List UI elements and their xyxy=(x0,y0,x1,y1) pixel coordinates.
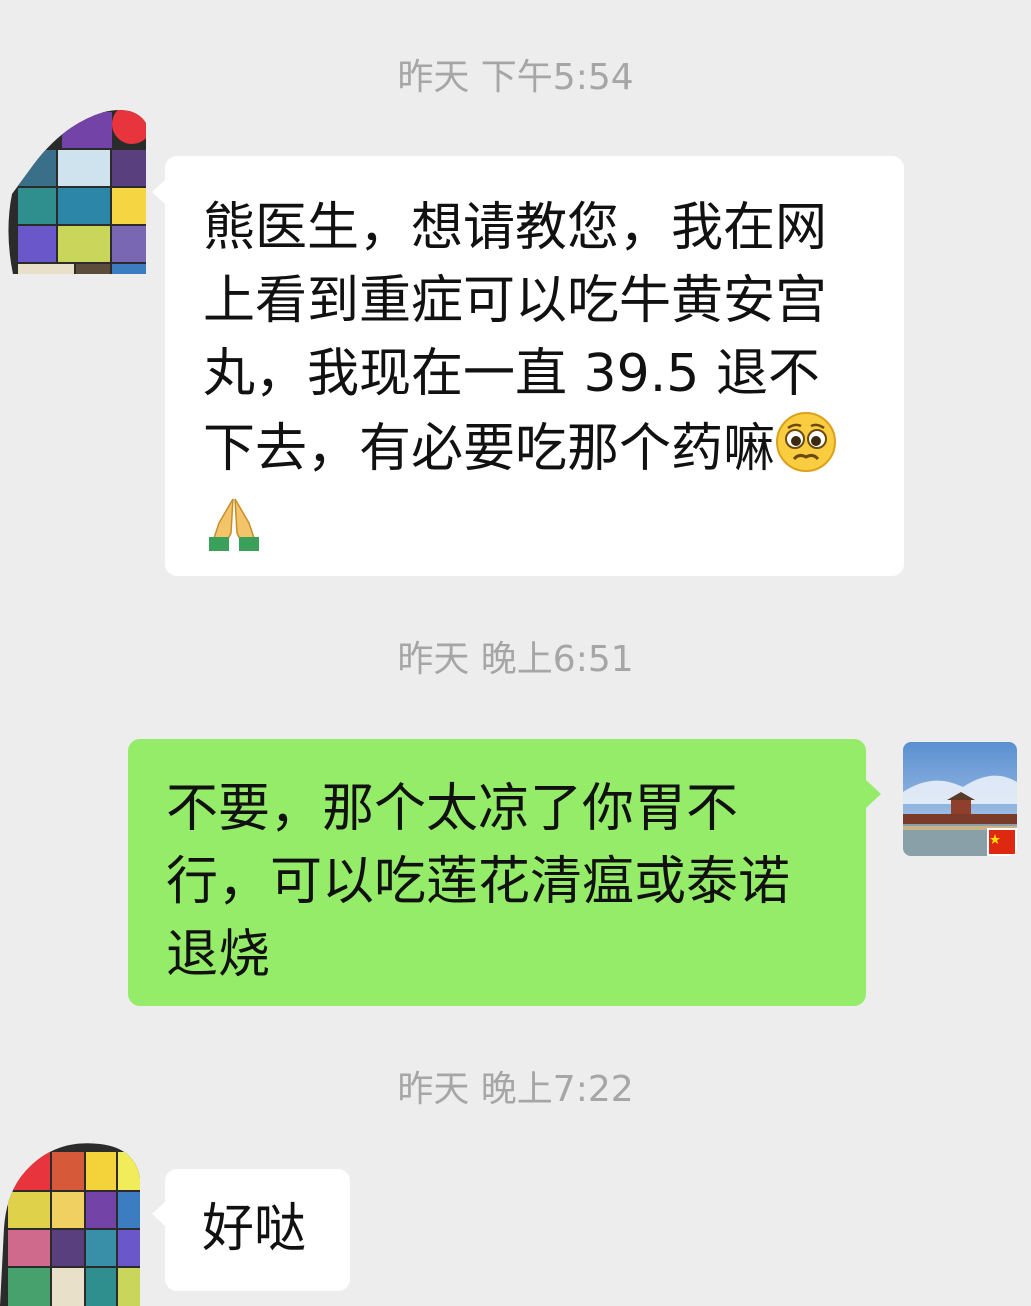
timestamp: 昨天 晚上6:51 xyxy=(397,639,634,680)
message-line: 不要，那个太凉了你胃不 xyxy=(166,779,739,839)
message-line: 好哒 xyxy=(202,1199,307,1259)
forbidden-city-photo-avatar-icon xyxy=(903,742,1017,856)
folded-hands-emoji xyxy=(203,493,265,575)
mosaic-avatar-icon xyxy=(0,1143,140,1306)
contact-avatar[interactable] xyxy=(0,1138,142,1306)
message-line: 上看到重症可以吃牛黄安宫 xyxy=(203,271,828,331)
message-line: 退烧 xyxy=(166,925,271,985)
outgoing-message-bubble[interactable]: 不要，那个太凉了你胃不 行，可以吃莲花清瘟或泰诺 退烧 xyxy=(128,739,866,1006)
bubble-tail xyxy=(866,780,881,808)
message-line: 丸，我现在一直 39.5 退不 xyxy=(203,344,820,404)
user-avatar[interactable] xyxy=(903,742,1017,856)
incoming-message-bubble[interactable]: 好哒 xyxy=(165,1169,350,1291)
timestamp: 昨天 下午5:54 xyxy=(397,57,634,98)
contact-avatar[interactable] xyxy=(4,104,146,274)
incoming-message-bubble[interactable]: 熊医生，想请教您，我在网 上看到重症可以吃牛黄安宫 丸，我现在一直 39.5 退… xyxy=(165,156,904,576)
message-line: 下去，有必要吃那个药嘛 xyxy=(203,419,776,479)
pleading-face-emoji xyxy=(775,411,837,493)
mosaic-avatar-icon xyxy=(8,110,146,274)
message-line: 行，可以吃莲花清瘟或泰诺 xyxy=(166,852,791,912)
timestamp: 昨天 晚上7:22 xyxy=(397,1069,634,1110)
message-line: 熊医生，想请教您，我在网 xyxy=(203,198,828,258)
